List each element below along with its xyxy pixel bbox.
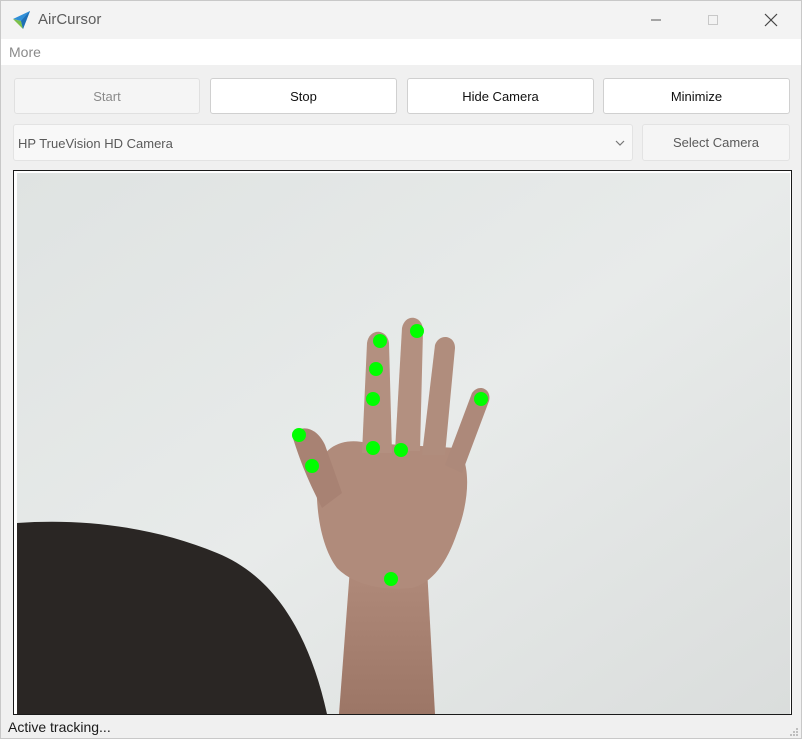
start-button[interactable]: Start (14, 78, 200, 114)
select-camera-button[interactable]: Select Camera (642, 124, 790, 161)
app-window: AirCursor More Start Stop Hide Camera Mi… (0, 0, 802, 739)
maximize-icon (708, 15, 718, 25)
camera-select[interactable]: HP TrueVision HD Camera (13, 124, 633, 161)
minimize-icon (651, 19, 661, 21)
minimize-button[interactable]: Minimize (603, 78, 790, 114)
window-title: AirCursor (38, 11, 102, 28)
chevron-down-icon (615, 140, 625, 146)
maximize-window-button[interactable] (684, 1, 742, 39)
paper-plane-icon (13, 11, 30, 29)
camera-select-value: HP TrueVision HD Camera (18, 136, 173, 151)
stop-button[interactable]: Stop (210, 78, 397, 114)
minimize-window-button[interactable] (627, 1, 685, 39)
status-text: Active tracking... (8, 719, 111, 735)
close-icon (764, 13, 778, 27)
menu-bar: More (1, 39, 801, 65)
title-bar[interactable]: AirCursor (1, 1, 801, 39)
camera-view (13, 170, 792, 715)
close-window-button[interactable] (742, 1, 800, 39)
camera-feed-image (17, 173, 790, 714)
status-bar: Active tracking... (1, 715, 801, 738)
resize-grip-icon[interactable] (789, 727, 799, 737)
hide-camera-button[interactable]: Hide Camera (407, 78, 594, 114)
menu-item-more[interactable]: More (9, 44, 41, 60)
